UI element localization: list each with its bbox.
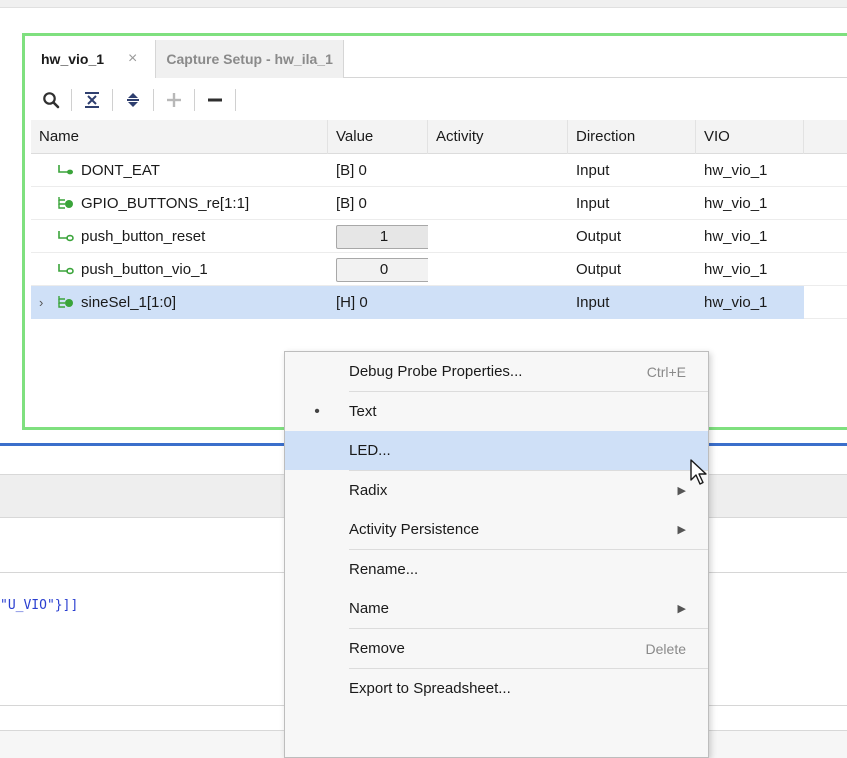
probe-activity [428, 220, 568, 253]
menu-item-led[interactable]: LED... [285, 431, 708, 470]
close-icon[interactable]: × [128, 50, 137, 68]
probe-bus-input-icon [57, 196, 75, 210]
probe-activity [428, 187, 568, 220]
probe-direction: Output [576, 227, 622, 245]
toolbar-separator [235, 89, 236, 111]
menu-item-shortcut: Delete [645, 640, 686, 657]
radio-bullet-icon: • [314, 402, 320, 420]
menu-item-label: Rename... [349, 561, 419, 578]
table-row[interactable]: DONT_EAT [B] 0 Input hw_vio_1 [31, 154, 847, 187]
tab-label: Capture Setup - hw_ila_1 [166, 51, 333, 67]
column-header-value[interactable]: Value [328, 119, 428, 154]
menu-item-radix[interactable]: Radix ▶ [285, 471, 708, 510]
chevron-right-icon[interactable]: › [39, 286, 57, 319]
column-header-vio[interactable]: VIO [696, 119, 804, 154]
menu-item-label: Activity Persistence [349, 521, 480, 538]
submenu-arrow-icon: ▶ [677, 485, 686, 497]
probe-direction: Input [576, 161, 610, 179]
value-toggle-button[interactable]: 1 [336, 224, 428, 249]
menu-item-shortcut: Ctrl+E [646, 363, 686, 380]
probe-vio: hw_vio_1 [704, 260, 768, 278]
table-row-selected[interactable]: › sineSel_1[1:0] [H] 0 Input hw_vio_1 [31, 285, 847, 319]
collapse-all-icon[interactable] [78, 86, 106, 114]
add-icon[interactable] [160, 86, 188, 114]
tab-capture-setup[interactable]: Capture Setup - hw_ila_1 [156, 40, 344, 78]
probe-direction: Input [568, 285, 696, 319]
tab-label: hw_vio_1 [41, 51, 105, 67]
submenu-arrow-icon: ▶ [677, 524, 686, 536]
menu-item-label: Text [349, 403, 377, 420]
value-toggle-button[interactable]: 0 [336, 257, 428, 282]
toolbar-separator [194, 89, 195, 111]
probe-table: Name Value Activity Direction VIO DONT_E… [31, 119, 847, 319]
probe-name: DONT_EAT [81, 161, 160, 179]
search-icon[interactable] [37, 86, 65, 114]
menu-item-label: LED... [349, 442, 391, 459]
menu-item-label: Name [349, 600, 390, 617]
probe-direction: Output [576, 260, 622, 278]
probe-bus-input-icon [57, 295, 75, 309]
menu-item-rename[interactable]: Rename... [285, 550, 708, 589]
mouse-pointer-icon [689, 458, 709, 490]
probe-name: sineSel_1[1:0] [81, 293, 177, 311]
probe-activity [428, 253, 568, 286]
submenu-arrow-icon: ▶ [677, 603, 686, 615]
probe-vio: hw_vio_1 [704, 227, 768, 245]
top-strip [0, 0, 847, 8]
menu-item-debug-probe-properties[interactable]: Debug Probe Properties... Ctrl+E [285, 352, 708, 391]
menu-item-name[interactable]: Name ▶ [285, 589, 708, 628]
toolbar-separator [112, 89, 113, 111]
toolbar [31, 82, 242, 118]
probe-activity [428, 285, 568, 319]
tab-hw-vio-1[interactable]: hw_vio_1 × [31, 40, 157, 78]
table-header: Name Value Activity Direction VIO [31, 119, 847, 154]
column-header-activity[interactable]: Activity [428, 119, 568, 154]
table-row[interactable]: push_button_vio_1 0 Output hw_vio_1 [31, 253, 847, 286]
probe-direction: Input [576, 194, 610, 212]
column-header-name[interactable]: Name [31, 119, 328, 154]
menu-item-label: Radix [349, 482, 388, 499]
probe-name: push_button_reset [81, 227, 206, 245]
probe-vio: hw_vio_1 [704, 194, 768, 212]
probe-name: GPIO_BUTTONS_re[1:1] [81, 194, 250, 212]
probe-activity [428, 154, 568, 187]
probe-output-icon [57, 229, 75, 243]
table-row[interactable]: push_button_reset 1 Output hw_vio_1 [31, 220, 847, 253]
probe-vio: hw_vio_1 [704, 161, 768, 179]
tcl-console-text: "U_VIO"}]] [0, 598, 79, 613]
probe-output-icon [57, 262, 75, 276]
probe-value: [H] 0 [328, 285, 428, 319]
remove-icon[interactable] [201, 86, 229, 114]
expand-all-icon[interactable] [119, 86, 147, 114]
menu-item-activity-persistence[interactable]: Activity Persistence ▶ [285, 510, 708, 549]
menu-item-label: Export to Spreadsheet... [349, 680, 511, 697]
menu-item-label: Debug Probe Properties... [349, 363, 523, 380]
menu-item-export-to-spreadsheet[interactable]: Export to Spreadsheet... [285, 669, 708, 708]
probe-name: push_button_vio_1 [81, 260, 208, 278]
table-row[interactable]: GPIO_BUTTONS_re[1:1] [B] 0 Input hw_vio_… [31, 187, 847, 220]
probe-value: [B] 0 [336, 194, 367, 212]
tab-bar: hw_vio_1 × Capture Setup - hw_ila_1 [31, 40, 847, 78]
column-header-filler [804, 120, 847, 154]
menu-item-label: Remove [349, 640, 405, 657]
context-menu: Debug Probe Properties... Ctrl+E • Text … [284, 351, 709, 758]
menu-item-remove[interactable]: Remove Delete [285, 629, 708, 668]
column-header-direction[interactable]: Direction [568, 119, 696, 154]
toolbar-separator [153, 89, 154, 111]
probe-vio: hw_vio_1 [696, 285, 804, 319]
probe-input-icon [57, 163, 75, 177]
probe-value: [B] 0 [336, 161, 367, 179]
menu-item-text[interactable]: • Text [285, 392, 708, 431]
toolbar-separator [71, 89, 72, 111]
